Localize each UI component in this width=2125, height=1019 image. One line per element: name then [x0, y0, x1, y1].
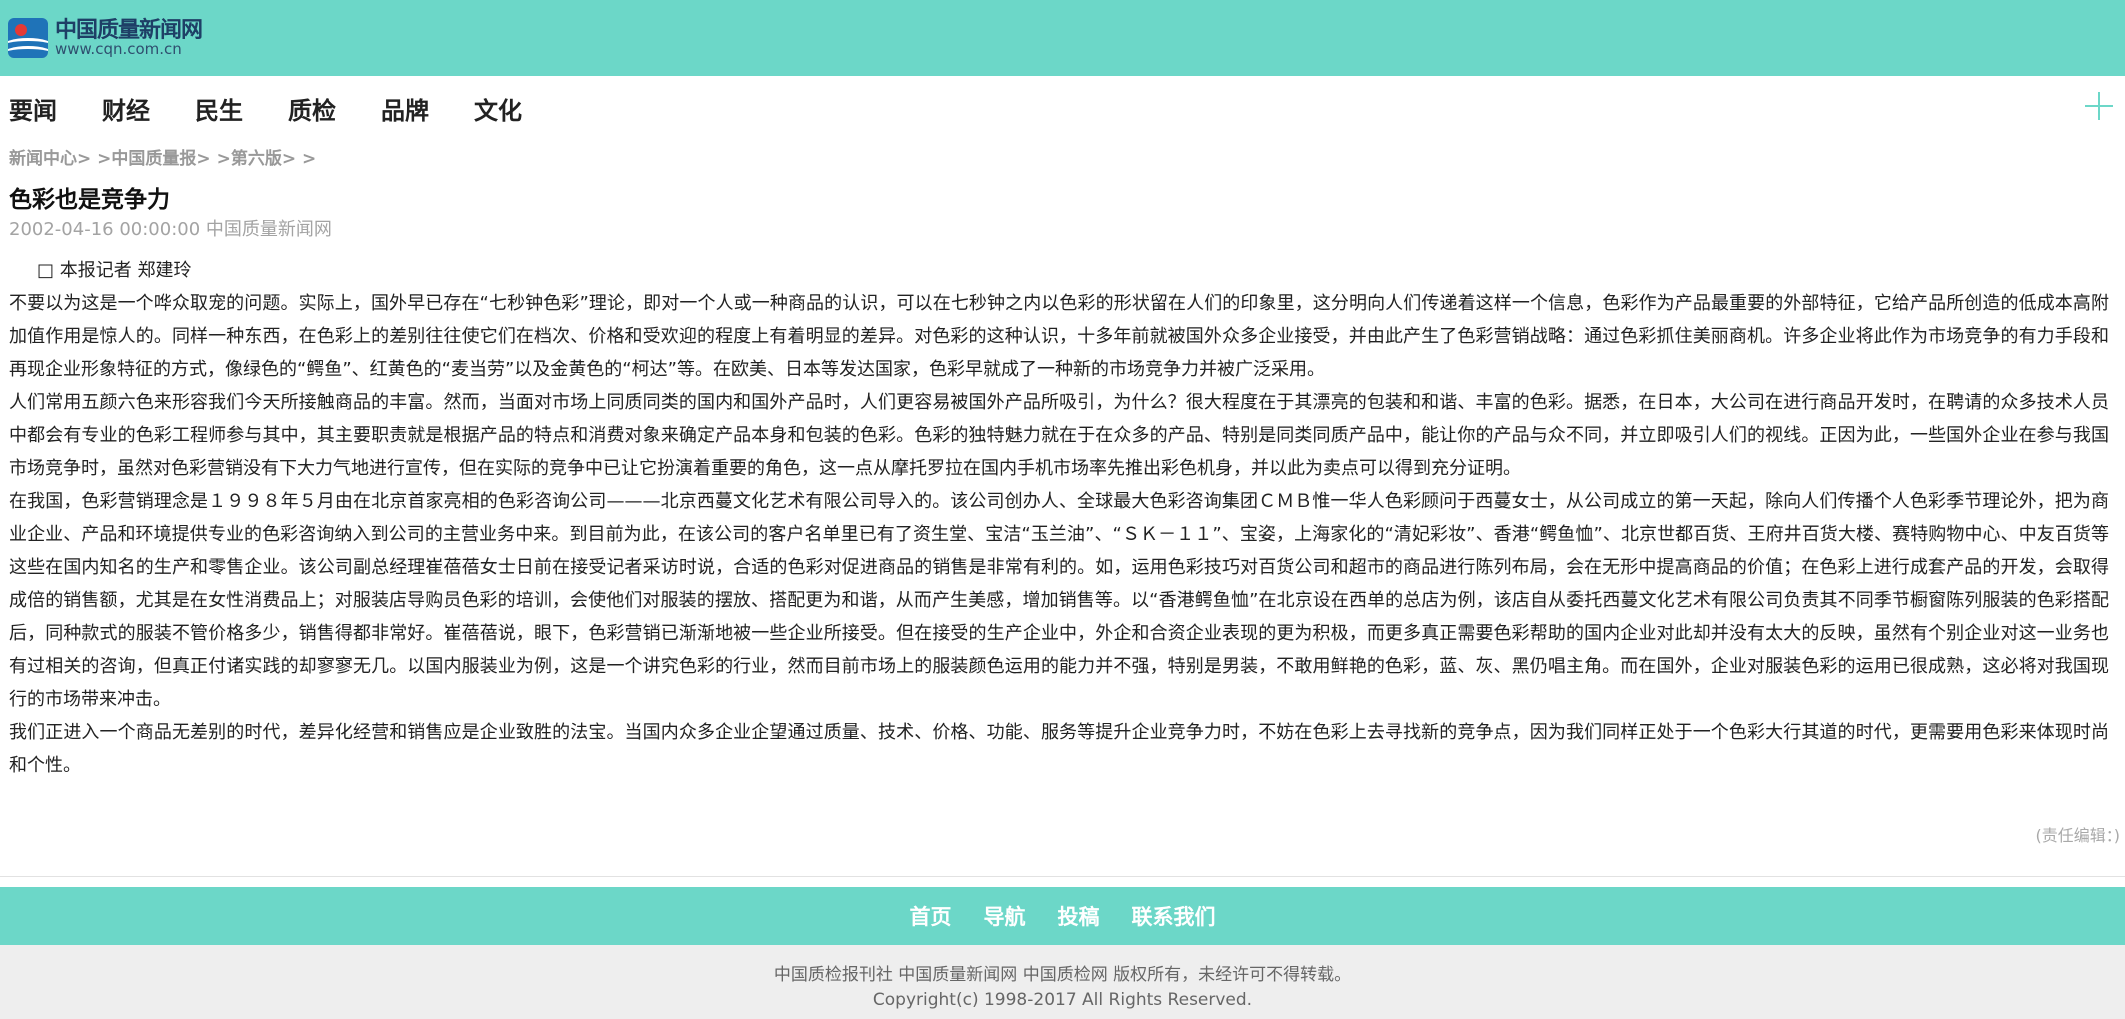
- footer-link-contact[interactable]: 联系我们: [1132, 901, 1216, 931]
- breadcrumb-page-six[interactable]: 第六版: [231, 149, 282, 169]
- article-paragraph: 人们常用五颜六色来形容我们今天所接触商品的丰富。然而，当面对市场上同质同类的国内…: [9, 392, 2109, 479]
- footer-link-home[interactable]: 首页: [910, 901, 952, 931]
- logo-icon: [8, 18, 48, 58]
- breadcrumb-separator: > >: [196, 149, 231, 169]
- footer-link-navigation[interactable]: 导航: [984, 901, 1026, 931]
- breadcrumb-separator: > >: [281, 149, 317, 169]
- article-meta: 2002-04-16 00:00:00 中国质量新闻网: [9, 219, 332, 240]
- footer-rights-text: 中国质检报刊社 中国质量新闻网 中国质检网 版权所有，未经许可不得转载。: [773, 965, 1352, 985]
- article-paragraph: 我们正进入一个商品无差别的时代，差异化经营和销售应是企业致胜的法宝。当国内众多企…: [9, 722, 2109, 776]
- breadcrumb-news-center[interactable]: 新闻中心: [9, 149, 77, 169]
- divider: [0, 876, 2125, 877]
- nav-item-caijing[interactable]: 财经: [102, 91, 150, 126]
- footer-link-submit[interactable]: 投稿: [1058, 901, 1100, 931]
- nav-item-minsheng[interactable]: 民生: [195, 91, 243, 126]
- nav-item-yaowen[interactable]: 要闻: [9, 91, 57, 126]
- footer-copyright: 中国质检报刊社 中国质量新闻网 中国质检网 版权所有，未经许可不得转载。 Cop…: [0, 945, 2125, 1019]
- article-paragraph: 在我国，色彩营销理念是１９９８年５月由在北京首家亮相的色彩咨询公司———北京西蔓…: [9, 491, 2109, 710]
- article-body: □ 本报记者 郑建玲 不要以为这是一个哗众取宠的问题。实际上，国外早已存在“七秒…: [9, 254, 2109, 782]
- site-logo[interactable]: 中国质量新闻网 www.cqn.com.cn: [8, 17, 203, 58]
- breadcrumb-cqn-daily[interactable]: 中国质量报: [111, 149, 196, 169]
- logo-name: 中国质量新闻网: [55, 17, 203, 43]
- main-nav: 要闻 财经 民生 质检 品牌 文化: [0, 76, 2125, 138]
- plus-icon[interactable]: [2085, 92, 2113, 120]
- top-header: 中国质量新闻网 www.cqn.com.cn: [0, 0, 2125, 76]
- article-reporter: □ 本报记者 郑建玲: [37, 260, 192, 281]
- nav-item-zhijian[interactable]: 质检: [288, 91, 336, 126]
- nav-item-wenhua[interactable]: 文化: [474, 91, 522, 126]
- footer-copyright-text: Copyright(c) 1998-2017 All Rights Reserv…: [872, 990, 1253, 1010]
- article-title: 色彩也是竞争力: [9, 187, 170, 213]
- article-paragraph: 不要以为这是一个哗众取宠的问题。实际上，国外早已存在“七秒钟色彩”理论，即对一个…: [9, 293, 2109, 380]
- nav-item-pinpai[interactable]: 品牌: [381, 91, 429, 126]
- responsible-editor: (责任编辑：): [2035, 826, 2121, 845]
- breadcrumb: 新闻中心> >中国质量报> >第六版> >: [9, 144, 316, 169]
- logo-url: www.cqn.com.cn: [55, 39, 182, 58]
- breadcrumb-separator: > >: [77, 149, 112, 169]
- footer-nav: 首页 导航 投稿 联系我们: [0, 887, 2125, 945]
